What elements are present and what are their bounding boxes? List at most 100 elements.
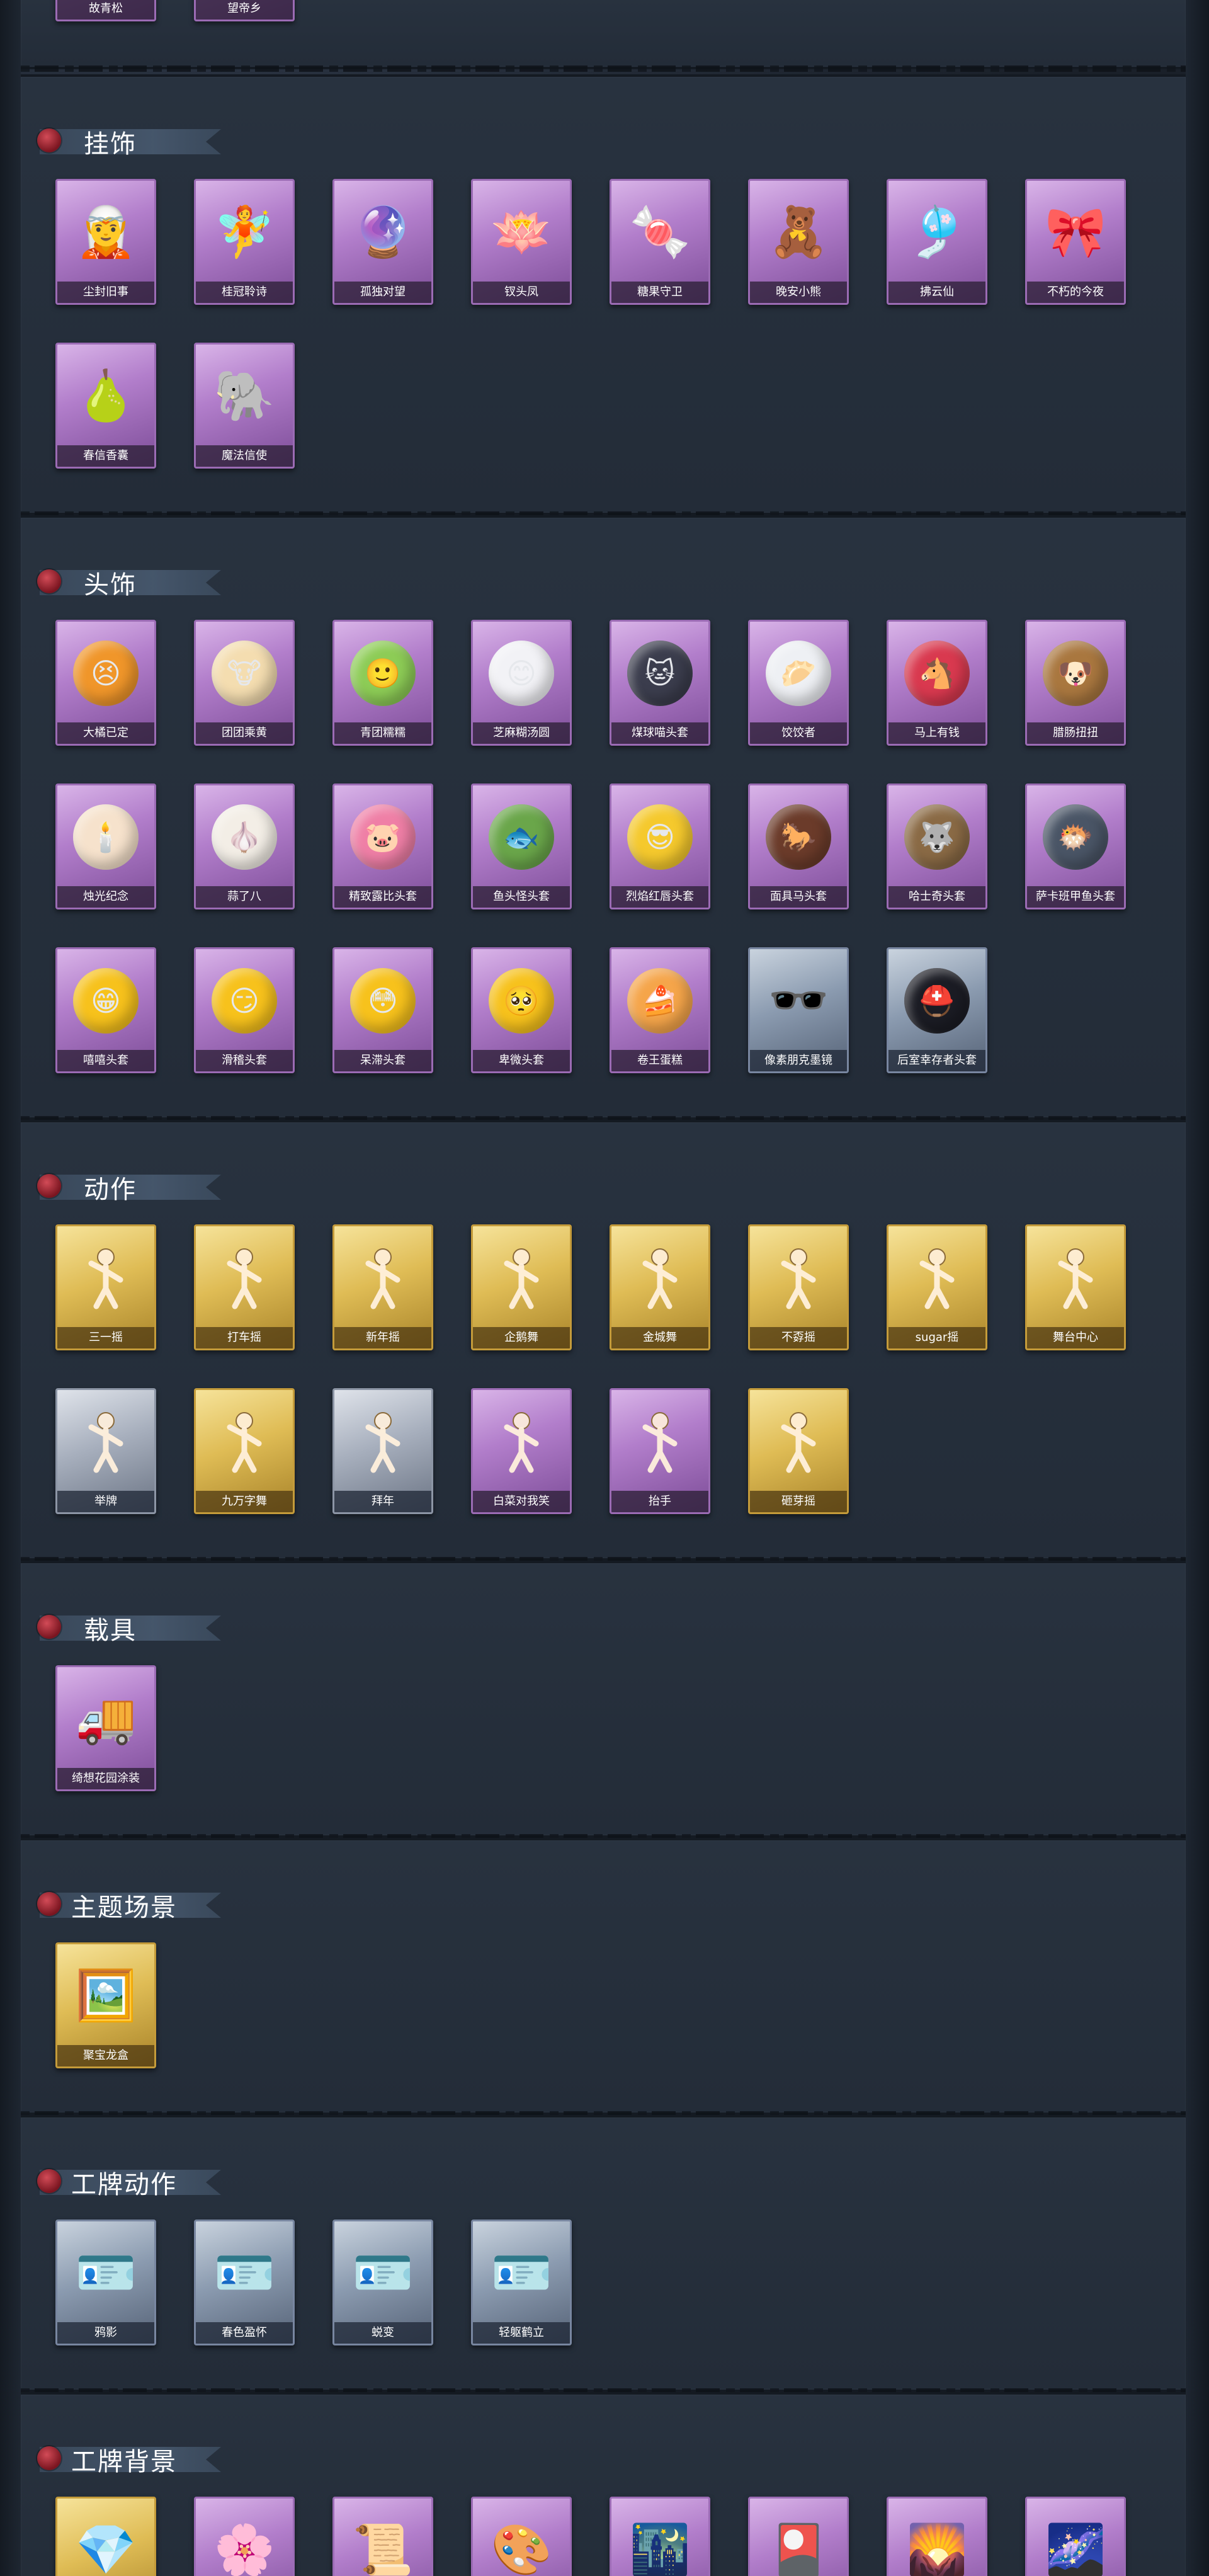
item-card[interactable]: 😁 嘻嘻头套	[55, 947, 156, 1073]
item-card[interactable]: 🌃	[610, 2497, 710, 2576]
item-card[interactable]: 拜年	[332, 1388, 433, 1514]
dance-pose-icon	[485, 1403, 557, 1481]
vehicle-panel: 载具 🚚 绮想花园涂装	[21, 1561, 1186, 1840]
item-card[interactable]: 九万字舞	[194, 1388, 295, 1514]
dance-pose-icon	[347, 1239, 419, 1317]
item-card[interactable]: 🔮 孤独对望	[332, 179, 433, 305]
item-card[interactable]: 🎐 拂云仙	[887, 179, 987, 305]
gas-mask-head-icon: ⛑️	[904, 968, 970, 1034]
item-card[interactable]: 🐴 马上有钱	[887, 620, 987, 746]
item-label: 聚宝龙盒	[57, 2045, 154, 2066]
item-card[interactable]: 🧝 尘封旧事	[55, 179, 156, 305]
left-edge	[0, 0, 21, 2576]
item-label: 新年摇	[334, 1327, 431, 1348]
item-card[interactable]: 🪪 蜕变	[332, 2220, 433, 2345]
item-card[interactable]: 🐎 面具马头套	[748, 784, 849, 909]
item-card[interactable]: 🧚 桂冠聆诗	[194, 179, 295, 305]
item-card[interactable]: 🧸 晚安小熊	[748, 179, 849, 305]
dance-pose-icon	[70, 1403, 142, 1481]
item-card[interactable]: 举牌	[55, 1388, 156, 1514]
item-card[interactable]: 😳 呆滞头套	[332, 947, 433, 1073]
item-card[interactable]: 🍬 糖果守卫	[610, 179, 710, 305]
item-card[interactable]: 🎀 不朽的今夜	[1025, 179, 1126, 305]
item-label: 鱼头怪头套	[473, 886, 570, 908]
item-card[interactable]: 😏 滑稽头套	[194, 947, 295, 1073]
item-card[interactable]: 三一摇	[55, 1224, 156, 1350]
actions-panel: 动作 三一摇 打车摇 新年摇 企鹅舞 金城舞 不孬摇 sugar摇 舞台中心 举牌 九万字舞 拜年 白…	[21, 1120, 1186, 1563]
item-label: 拂云仙	[888, 282, 985, 303]
item-card[interactable]: 🙂 青团糯糯	[332, 620, 433, 746]
badge-actions-panel: 工牌动作 🪪 鸦影 🪪 春色盈怀 🪪 蜕变 🪪 轻躯鹤立	[21, 2115, 1186, 2395]
item-label: 精致露比头套	[334, 886, 431, 908]
item-card[interactable]: 🥺 卑微头套	[471, 947, 572, 1073]
item-card[interactable]: 🪪 鸦影	[55, 2220, 156, 2345]
item-card[interactable]: 🪪 春色盈怀	[194, 2220, 295, 2345]
item-card[interactable]: 🕯️ 烛光纪念	[55, 784, 156, 909]
section-header: 挂饰	[37, 126, 229, 159]
dance-pose-icon	[624, 1239, 696, 1317]
item-card[interactable]: 🐟 鱼头怪头套	[471, 784, 572, 909]
item-label: 嘻嘻头套	[57, 1050, 154, 1071]
item-card[interactable]: 舞台中心	[1025, 1224, 1126, 1350]
item-card[interactable]: 🐶 腊肠扭扭	[1025, 620, 1126, 746]
item-card[interactable]: 🎴	[748, 2497, 849, 2576]
item-label: 孤独对望	[334, 282, 431, 303]
item-card[interactable]: 🐺 哈士奇头套	[887, 784, 987, 909]
item-card[interactable]: sugar摇	[887, 1224, 987, 1350]
item-card[interactable]: 📜	[332, 2497, 433, 2576]
laurel-charm-icon: 🧚	[213, 204, 275, 261]
item-card[interactable]: 🐘 魔法信使	[194, 343, 295, 469]
item-card[interactable]: 抬手	[610, 1388, 710, 1514]
item-card[interactable]: 白菜对我笑	[471, 1388, 572, 1514]
item-card[interactable]: 故青松	[55, 0, 156, 21]
scene-panel: 主题场景 🖼️ 聚宝龙盒	[21, 1838, 1186, 2117]
item-card[interactable]: 😎 烈焰红唇头套	[610, 784, 710, 909]
item-card[interactable]: 望帝乡	[194, 0, 295, 21]
item-label: 卷王蛋糕	[611, 1050, 708, 1071]
item-card[interactable]: 打车摇	[194, 1224, 295, 1350]
item-label: 卑微头套	[473, 1050, 570, 1071]
dance-pose-icon	[347, 1403, 419, 1481]
badge-background-icon: 💎	[75, 2522, 137, 2576]
item-card[interactable]: 😣 大橘已定	[55, 620, 156, 746]
item-card[interactable]: 🥟 饺饺者	[748, 620, 849, 746]
item-card[interactable]: 金城舞	[610, 1224, 710, 1350]
seal-icon	[37, 2446, 61, 2470]
dance-pose-icon	[208, 1239, 280, 1317]
item-label: 煤球喵头套	[611, 722, 708, 744]
item-card[interactable]: 🍐 春信香囊	[55, 343, 156, 469]
section-header: 工牌动作	[37, 2167, 229, 2199]
sachet-charm-icon: 🍐	[75, 368, 137, 425]
dance-pose-icon	[763, 1403, 834, 1481]
item-card[interactable]: 🪪 轻躯鹤立	[471, 2220, 572, 2345]
item-card[interactable]: 🌸	[194, 2497, 295, 2576]
item-card[interactable]: 🎨	[471, 2497, 572, 2576]
smirk-head-icon: 😏	[212, 968, 277, 1034]
item-label: 青团糯糯	[334, 722, 431, 744]
item-card[interactable]: 🐱 煤球喵头套	[610, 620, 710, 746]
item-card[interactable]: 新年摇	[332, 1224, 433, 1350]
item-card[interactable]: 🐮 团团乘黄	[194, 620, 295, 746]
item-card[interactable]: 🐷 精致露比头套	[332, 784, 433, 909]
item-card[interactable]: 企鹅舞	[471, 1224, 572, 1350]
item-card[interactable]: 🧄 蒜了八	[194, 784, 295, 909]
item-label: 桂冠聆诗	[196, 282, 293, 303]
item-card[interactable]: ⛑️ 后室幸存者头套	[887, 947, 987, 1073]
item-card[interactable]: 🖼️ 聚宝龙盒	[55, 1942, 156, 2068]
item-label: 轻躯鹤立	[473, 2322, 570, 2344]
item-card[interactable]: 😊 芝麻糊汤圆	[471, 620, 572, 746]
item-card[interactable]: 🚚 绮想花园涂装	[55, 1665, 156, 1791]
item-card[interactable]: 不孬摇	[748, 1224, 849, 1350]
item-card[interactable]: 砸芽摇	[748, 1388, 849, 1514]
item-card[interactable]: 🐡 萨卡班甲鱼头套	[1025, 784, 1126, 909]
item-label: 糖果守卫	[611, 282, 708, 303]
item-label: 鸦影	[57, 2322, 154, 2344]
item-card[interactable]: 🌄	[887, 2497, 987, 2576]
ruby-head-icon: 🐷	[350, 804, 416, 870]
item-card[interactable]: 🕶️ 像素朋克墨镜	[748, 947, 849, 1073]
item-card[interactable]: 💎	[55, 2497, 156, 2576]
item-label: 大橘已定	[57, 722, 154, 744]
item-card[interactable]: 🌌	[1025, 2497, 1126, 2576]
item-card[interactable]: 🪷 钗头凤	[471, 179, 572, 305]
item-card[interactable]: 🍰 卷王蛋糕	[610, 947, 710, 1073]
